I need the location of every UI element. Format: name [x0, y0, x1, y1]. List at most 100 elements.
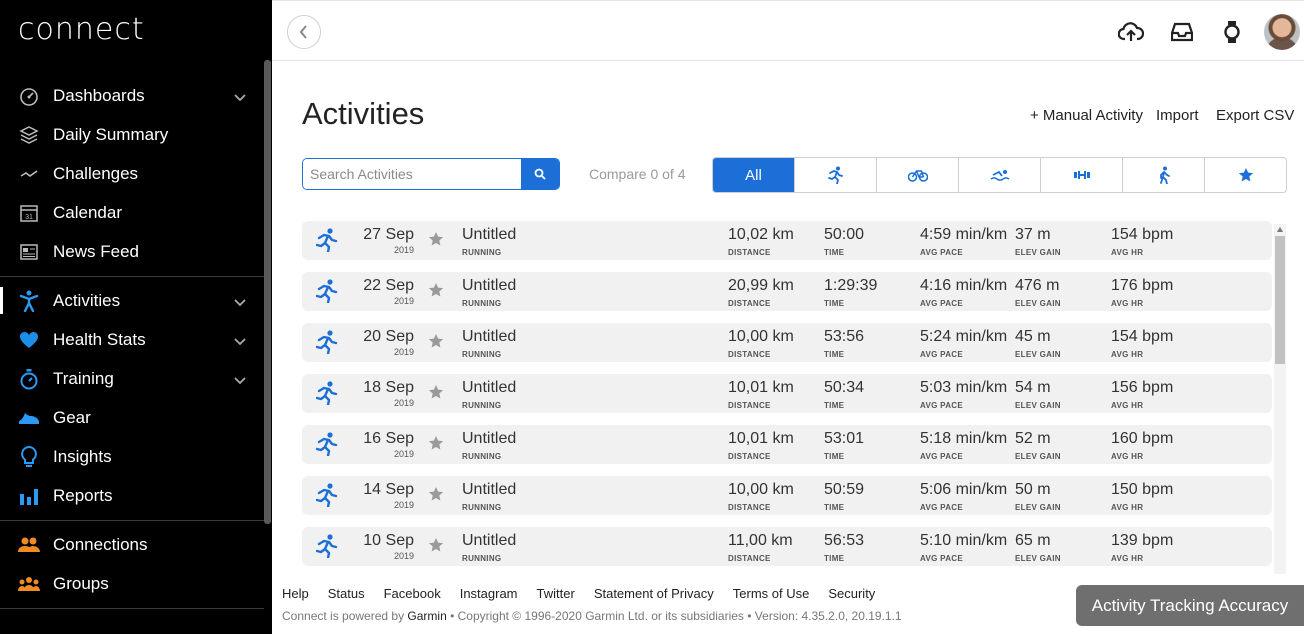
copyright-prefix: Connect is powered by — [282, 609, 408, 623]
sidebar-item-health-stats[interactable]: Health Stats — [0, 320, 264, 359]
avatar[interactable] — [1264, 14, 1300, 50]
filter-all[interactable]: All — [713, 158, 795, 192]
sidebar-item-insights[interactable]: Insights — [0, 437, 264, 476]
manual-activity-link[interactable]: + Manual Activity — [1030, 107, 1143, 124]
filter-strength[interactable] — [1041, 158, 1123, 192]
sidebar-item-connections[interactable]: Connections — [0, 525, 264, 564]
compare-label[interactable]: Compare 0 of 4 — [589, 166, 686, 182]
search-button[interactable] — [521, 159, 559, 189]
activity-date: 18 Sep — [363, 379, 414, 396]
filter-swimming[interactable] — [959, 158, 1041, 192]
activity-name[interactable]: Untitled — [462, 430, 516, 448]
activity-row[interactable]: 27 Sep 2019 Untitled RUNNING 10,02 km DISTANC… — [302, 221, 1272, 260]
favorite-star-icon[interactable] — [428, 231, 444, 252]
activity-name[interactable]: Untitled — [462, 532, 516, 550]
activity-row[interactable]: 16 Sep 2019 Untitled RUNNING 10,01 km DISTANC… — [302, 425, 1272, 464]
activity-avg-pace-caption: AVG PACE — [920, 401, 963, 410]
activity-elev-gain-value: 37 m — [1015, 226, 1051, 243]
activity-elev-gain-value: 52 m — [1015, 430, 1051, 447]
activity-name[interactable]: Untitled — [462, 328, 516, 346]
activity-row[interactable]: 22 Sep 2019 Untitled RUNNING 20,99 km DISTANC… — [302, 272, 1272, 311]
activity-date: 27 Sep — [363, 226, 414, 243]
footer-link-status[interactable]: Status — [328, 586, 365, 601]
activity-avg-pace-value: 5:10 min/km — [920, 532, 1008, 549]
footer-link-privacy[interactable]: Statement of Privacy — [594, 586, 714, 601]
search-input[interactable] — [303, 159, 522, 189]
upload-cloud-icon[interactable] — [1118, 19, 1144, 45]
scroll-up-arrow-icon[interactable] — [1277, 227, 1283, 232]
activity-name[interactable]: Untitled — [462, 481, 516, 499]
activity-row[interactable]: 20 Sep 2019 Untitled RUNNING 10,00 km DISTANC… — [302, 323, 1272, 362]
sidebar-item-training[interactable]: Training — [0, 359, 264, 398]
favorite-star-icon[interactable] — [428, 333, 444, 354]
sidebar-item-label: Insights — [53, 446, 112, 466]
filter-walking[interactable] — [1123, 158, 1205, 192]
activity-time-value: 56:53 — [824, 532, 865, 549]
activity-avg-hr-caption: AVG HR — [1111, 299, 1144, 308]
export-csv-link[interactable]: Export CSV — [1216, 107, 1294, 124]
activity-list-scrollbar[interactable] — [1274, 224, 1286, 574]
footer-link-terms[interactable]: Terms of Use — [733, 586, 810, 601]
import-link[interactable]: Import — [1156, 107, 1199, 124]
cycling-icon — [907, 170, 928, 182]
sidebar-item-calendar[interactable]: 31 Calendar — [0, 193, 264, 232]
sidebar-item-reports[interactable]: Reports — [0, 476, 264, 515]
activity-tracking-accuracy-button[interactable]: Activity Tracking Accuracy — [1076, 585, 1304, 626]
back-button[interactable] — [287, 15, 321, 49]
star-icon — [1238, 168, 1253, 182]
footer-link-facebook[interactable]: Facebook — [384, 586, 441, 601]
sidebar-item-daily-summary[interactable]: Daily Summary — [0, 115, 264, 154]
activity-year: 2019 — [393, 245, 414, 255]
activity-avg-hr-caption: AVG HR — [1111, 401, 1144, 410]
activity-time-value: 53:56 — [824, 328, 865, 345]
favorite-star-icon[interactable] — [428, 537, 444, 558]
activity-elev-gain-caption: ELEV GAIN — [1015, 299, 1061, 308]
activity-name[interactable]: Untitled — [462, 277, 516, 295]
activity-avg-pace-value: 4:16 min/km — [920, 277, 1008, 294]
watch-icon[interactable] — [1219, 19, 1245, 45]
bar-chart-icon — [18, 485, 40, 507]
connect-logo[interactable]: connect — [18, 12, 145, 47]
sidebar-item-news-feed[interactable]: News Feed — [0, 232, 264, 271]
inbox-icon[interactable] — [1169, 19, 1195, 45]
sidebar-item-gear[interactable]: Gear — [0, 398, 264, 437]
footer-link-security[interactable]: Security — [828, 586, 875, 601]
footer-link-help[interactable]: Help — [282, 586, 309, 601]
activity-avg-hr-caption: AVG HR — [1111, 503, 1144, 512]
scrollbar-thumb[interactable] — [1275, 236, 1285, 364]
favorite-star-icon[interactable] — [428, 435, 444, 456]
activity-year: 2019 — [393, 551, 414, 561]
chevron-down-icon[interactable] — [234, 294, 246, 312]
chevron-down-icon[interactable] — [234, 89, 246, 107]
running-icon — [827, 166, 843, 184]
activity-row[interactable]: 14 Sep 2019 Untitled RUNNING 10,00 km DISTANC… — [302, 476, 1272, 515]
favorite-star-icon[interactable] — [428, 282, 444, 303]
activity-name[interactable]: Untitled — [462, 379, 516, 397]
garmin-link[interactable]: Garmin — [407, 609, 446, 623]
sidebar: connect Dashboards Daily Summary Challen… — [0, 0, 272, 634]
footer-link-twitter[interactable]: Twitter — [537, 586, 575, 601]
chevron-down-icon[interactable] — [234, 372, 246, 390]
filter-running[interactable] — [795, 158, 877, 192]
activity-row[interactable]: 18 Sep 2019 Untitled RUNNING 10,01 km DISTANC… — [302, 374, 1272, 413]
sidebar-item-activities[interactable]: Activities — [0, 281, 264, 320]
sidebar-item-dashboards[interactable]: Dashboards — [0, 76, 264, 115]
sidebar-item-challenges[interactable]: Challenges — [0, 154, 264, 193]
activity-type: RUNNING — [462, 503, 502, 512]
sidebar-item-label: Daily Summary — [53, 124, 169, 144]
sidebar-item-groups[interactable]: Groups — [0, 564, 264, 603]
favorite-star-icon[interactable] — [428, 384, 444, 405]
sidebar-scrollbar[interactable] — [264, 60, 271, 524]
filter-cycling[interactable] — [877, 158, 959, 192]
chevron-down-icon[interactable] — [234, 333, 246, 351]
activity-row[interactable]: 10 Sep 2019 Untitled RUNNING 11,00 km DISTANC… — [302, 527, 1272, 566]
activity-name[interactable]: Untitled — [462, 226, 516, 244]
activity-elev-gain-value: 45 m — [1015, 328, 1051, 345]
filter-favorites[interactable] — [1205, 158, 1286, 192]
activity-elev-gain-caption: ELEV GAIN — [1015, 452, 1061, 461]
running-icon — [315, 534, 338, 563]
footer-link-instagram[interactable]: Instagram — [460, 586, 518, 601]
favorite-star-icon[interactable] — [428, 486, 444, 507]
walking-icon — [1159, 166, 1170, 184]
search-icon — [534, 168, 546, 180]
